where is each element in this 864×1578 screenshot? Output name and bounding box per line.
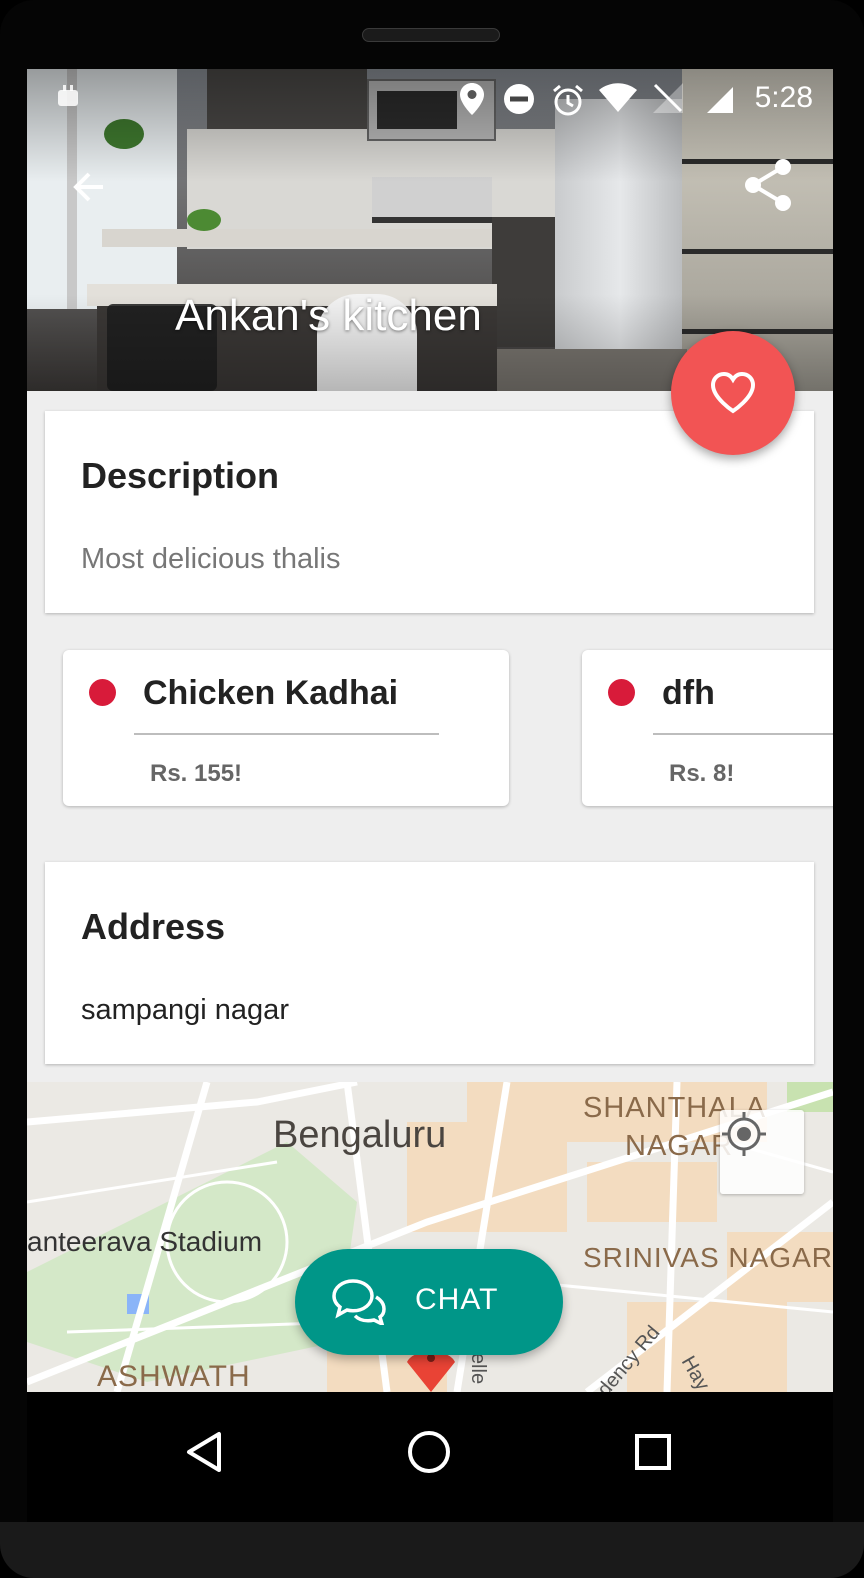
kitchen-title: Ankan's kitchen bbox=[175, 291, 482, 340]
battery-icon bbox=[707, 83, 733, 118]
share-icon bbox=[745, 159, 791, 211]
alarm-icon bbox=[551, 83, 585, 122]
wifi-icon bbox=[599, 83, 637, 118]
nav-back-icon bbox=[187, 1432, 221, 1472]
chat-button-label: CHAT bbox=[415, 1283, 499, 1316]
menu-item-name: dfh bbox=[662, 674, 715, 712]
map-city-label: Bengaluru bbox=[273, 1114, 447, 1156]
divider bbox=[653, 733, 833, 735]
menu-item-price: Rs. 155! bbox=[150, 760, 243, 787]
share-button[interactable] bbox=[739, 155, 799, 215]
favorite-button[interactable] bbox=[671, 331, 795, 455]
no-signal-icon bbox=[653, 83, 683, 118]
chat-icon bbox=[332, 1279, 386, 1325]
nav-recents-icon bbox=[635, 1434, 671, 1470]
food-type-dot bbox=[89, 679, 116, 706]
do-not-disturb-icon bbox=[503, 83, 535, 120]
heart-icon bbox=[710, 371, 756, 414]
status-bar: 5:28 bbox=[27, 69, 833, 125]
nav-home-button[interactable] bbox=[399, 1422, 459, 1482]
nav-recents-button[interactable] bbox=[623, 1422, 683, 1482]
map-area-label: NAGAR bbox=[625, 1130, 734, 1162]
chat-button[interactable]: CHAT bbox=[295, 1249, 563, 1355]
description-heading: Description bbox=[81, 455, 280, 496]
device-chin bbox=[0, 1522, 864, 1578]
menu-item-name: Chicken Kadhai bbox=[143, 674, 399, 712]
address-text: sampangi nagar bbox=[81, 994, 289, 1026]
location-icon bbox=[460, 83, 484, 120]
map-stadium-label: anteerava Stadium bbox=[27, 1226, 263, 1257]
menu-item-card[interactable]: dfh Rs. 8! bbox=[582, 650, 833, 806]
map-area-label: ASHWATH bbox=[97, 1360, 251, 1392]
status-time: 5:28 bbox=[754, 81, 813, 114]
my-location-button[interactable] bbox=[720, 1110, 804, 1194]
menu-item-card[interactable]: Chicken Kadhai Rs. 155! bbox=[63, 650, 509, 806]
nav-back-button[interactable] bbox=[177, 1422, 237, 1482]
food-type-dot bbox=[608, 679, 635, 706]
description-text: Most delicious thalis bbox=[81, 543, 341, 575]
divider bbox=[134, 733, 439, 735]
my-location-icon bbox=[722, 1112, 766, 1156]
app-screen: 5:28 Ankan's kitchen Description Most de… bbox=[27, 69, 833, 1392]
back-arrow-icon bbox=[73, 172, 103, 202]
menu-item-price: Rs. 8! bbox=[669, 760, 735, 787]
earpiece-speaker bbox=[362, 28, 500, 42]
android-notification-icon bbox=[55, 83, 81, 114]
address-card: Address sampangi nagar bbox=[45, 862, 814, 1064]
nav-home-icon bbox=[408, 1431, 450, 1473]
map-area-label: SRINIVAS NAGAR bbox=[583, 1242, 833, 1273]
back-button[interactable] bbox=[65, 161, 117, 213]
address-heading: Address bbox=[81, 906, 226, 947]
system-navigation-bar bbox=[27, 1392, 833, 1522]
